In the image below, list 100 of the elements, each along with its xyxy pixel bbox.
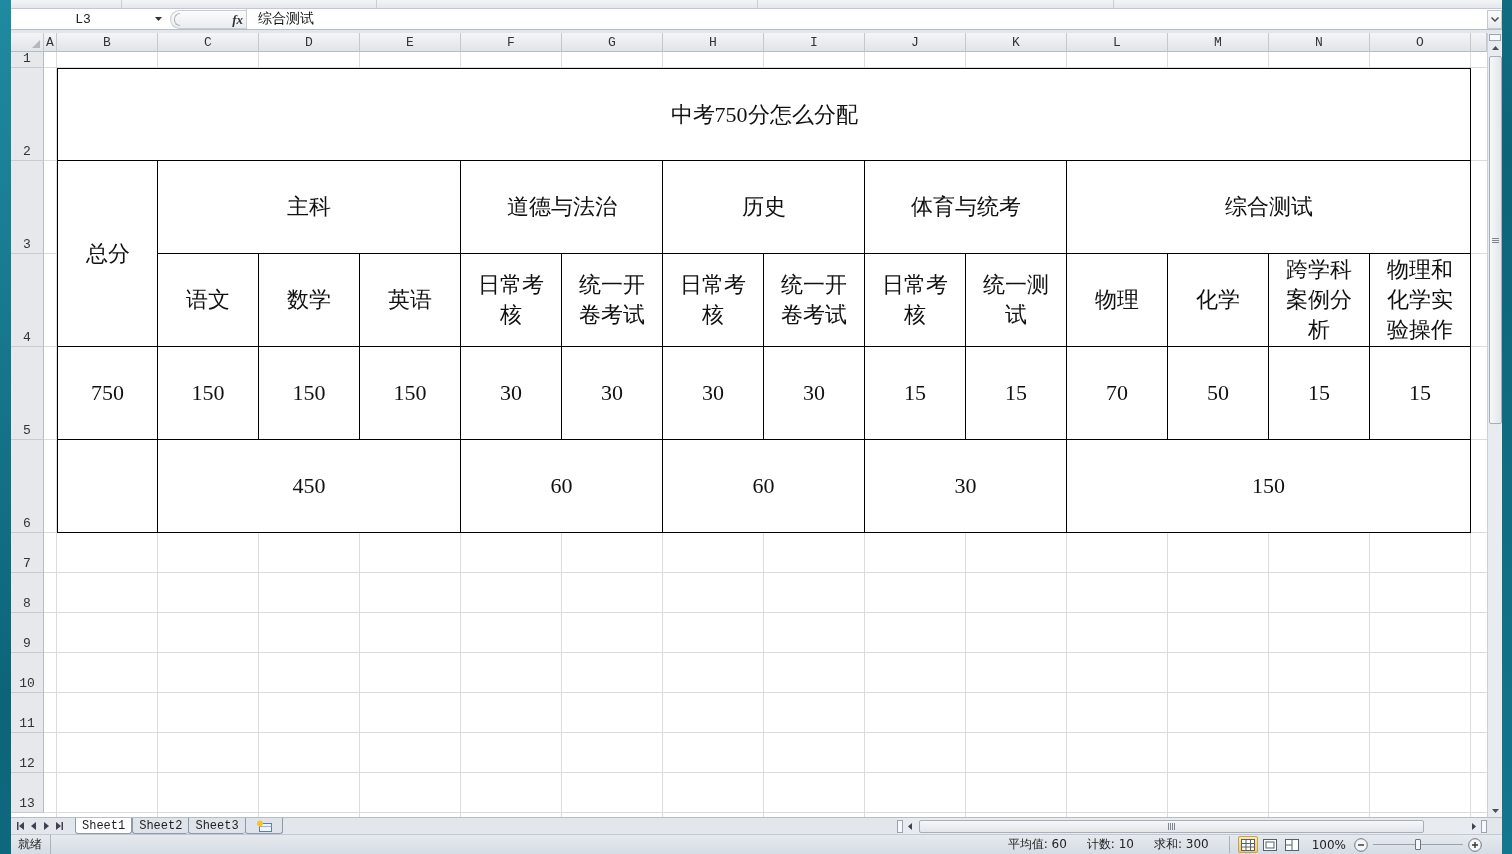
row-header[interactable]: 1 bbox=[11, 52, 44, 68]
row-header[interactable]: 6 bbox=[11, 440, 44, 533]
page-layout-icon bbox=[1262, 838, 1277, 851]
table-cell: 日常考核 bbox=[663, 254, 764, 347]
chevron-down-icon bbox=[1490, 16, 1499, 22]
row-header[interactable]: 9 bbox=[11, 613, 44, 653]
table-cell: 150 bbox=[259, 347, 360, 440]
zoom-level-text[interactable]: 100% bbox=[1311, 837, 1346, 852]
name-box[interactable]: L3 bbox=[11, 9, 165, 29]
table-cell: 体育与统考 bbox=[865, 161, 1067, 254]
table-cell: 15 bbox=[865, 347, 966, 440]
table-cell: 语文 bbox=[158, 254, 259, 347]
table-cell: 总分 bbox=[57, 161, 158, 347]
scroll-thumb[interactable] bbox=[1488, 56, 1502, 424]
slider-thumb[interactable] bbox=[1415, 839, 1421, 850]
row-header[interactable]: 7 bbox=[11, 533, 44, 573]
skip-forward-icon bbox=[56, 822, 63, 830]
row-header[interactable]: 10 bbox=[11, 653, 44, 693]
table-cell: 30 bbox=[865, 440, 1067, 533]
table-cell: 统一测试 bbox=[966, 254, 1067, 347]
triangle-left-icon bbox=[908, 822, 912, 830]
table-cell: 15 bbox=[1370, 347, 1471, 440]
triangle-icon bbox=[32, 40, 40, 48]
table-cell: 30 bbox=[461, 347, 562, 440]
column-header[interactable]: A bbox=[44, 33, 57, 52]
triangle-down-icon bbox=[1491, 808, 1499, 813]
column-header[interactable]: L bbox=[1067, 33, 1168, 52]
zoom-out-button[interactable] bbox=[1354, 837, 1368, 852]
row-header[interactable]: 5 bbox=[11, 347, 44, 440]
column-header[interactable]: H bbox=[663, 33, 764, 52]
table-cell: 跨学科案例分析 bbox=[1269, 254, 1370, 347]
grid-view-icon bbox=[1240, 838, 1255, 851]
table-cell: 30 bbox=[562, 347, 663, 440]
table-cell: 物理和化学实验操作 bbox=[1370, 254, 1471, 347]
split-handle[interactable] bbox=[1489, 34, 1501, 41]
view-button[interactable] bbox=[1237, 836, 1258, 853]
column-header[interactable]: K bbox=[966, 33, 1067, 52]
split-handle[interactable] bbox=[897, 819, 903, 833]
table-cell: 15 bbox=[966, 347, 1067, 440]
column-header[interactable]: F bbox=[461, 33, 562, 52]
plus-circle-icon bbox=[1468, 837, 1482, 852]
table-cell: 50 bbox=[1168, 347, 1269, 440]
triangle-left-icon bbox=[31, 822, 36, 830]
table-cell: 化学 bbox=[1168, 254, 1269, 347]
table-cell: 数学 bbox=[259, 254, 360, 347]
column-header[interactable]: B bbox=[57, 33, 158, 52]
split-handle[interactable] bbox=[1481, 819, 1487, 833]
column-header[interactable]: O bbox=[1370, 33, 1471, 52]
status-text: 平均值: 60 bbox=[1007, 836, 1067, 853]
table-cell: 60 bbox=[663, 440, 865, 533]
triangle-right-icon bbox=[1472, 822, 1476, 830]
table-cell: 日常考核 bbox=[865, 254, 966, 347]
caret-icon bbox=[155, 17, 162, 21]
status-text: 计数: 10 bbox=[1086, 836, 1134, 853]
table-cell: 物理 bbox=[1067, 254, 1168, 347]
table-cell: 历史 bbox=[663, 161, 865, 254]
column-header[interactable]: C bbox=[158, 33, 259, 52]
status-text: 求和: 300 bbox=[1153, 836, 1209, 853]
column-header[interactable]: M bbox=[1168, 33, 1269, 52]
row-header[interactable]: 2 bbox=[11, 68, 44, 161]
table-cell: 统一开卷考试 bbox=[764, 254, 865, 347]
status-text: 就绪 bbox=[11, 835, 51, 854]
column-header[interactable]: J bbox=[865, 33, 966, 52]
table-cell: 道德与法治 bbox=[461, 161, 663, 254]
row-header[interactable]: 3 bbox=[11, 161, 44, 254]
table-cell: 统一开卷考试 bbox=[562, 254, 663, 347]
table-cell: 150 bbox=[158, 347, 259, 440]
column-header[interactable]: D bbox=[259, 33, 360, 52]
table-title: 中考750分怎么分配 bbox=[57, 68, 1471, 161]
table-cell: 450 bbox=[158, 440, 461, 533]
insert-sheet-button[interactable] bbox=[244, 818, 283, 834]
sheet-tab[interactable]: Sheet2 bbox=[132, 818, 189, 834]
table-cell: 150 bbox=[1067, 440, 1471, 533]
table-cell: 英语 bbox=[360, 254, 461, 347]
table-cell: 60 bbox=[461, 440, 663, 533]
row-header[interactable]: 11 bbox=[11, 693, 44, 733]
column-header[interactable]: G bbox=[562, 33, 663, 52]
row-header[interactable]: 8 bbox=[11, 573, 44, 613]
triangle-up-icon bbox=[1491, 45, 1499, 50]
expand-formula-button[interactable] bbox=[1487, 9, 1502, 29]
table-cell: 70 bbox=[1067, 347, 1168, 440]
first-sheet-button[interactable] bbox=[14, 819, 27, 833]
row-header[interactable]: 13 bbox=[11, 773, 44, 813]
last-sheet-button[interactable] bbox=[53, 819, 66, 833]
column-header[interactable]: I bbox=[764, 33, 865, 52]
column-header[interactable]: N bbox=[1269, 33, 1370, 52]
sheet-tab[interactable]: Sheet1 bbox=[75, 818, 133, 834]
table-cell: 主科 bbox=[158, 161, 461, 254]
triangle-right-icon bbox=[44, 822, 49, 830]
new-sheet-icon bbox=[255, 819, 272, 832]
table-cell: 30 bbox=[764, 347, 865, 440]
insert-function-button[interactable]: fx bbox=[229, 10, 246, 28]
row-header[interactable]: 12 bbox=[11, 733, 44, 773]
column-header[interactable]: E bbox=[360, 33, 461, 52]
row-header[interactable]: 4 bbox=[11, 254, 44, 347]
skip-back-icon bbox=[17, 822, 24, 830]
table-cell: 30 bbox=[663, 347, 764, 440]
table-cell: 15 bbox=[1269, 347, 1370, 440]
sheet-tab[interactable]: Sheet3 bbox=[188, 818, 245, 834]
zoom-in-button[interactable] bbox=[1468, 837, 1482, 852]
